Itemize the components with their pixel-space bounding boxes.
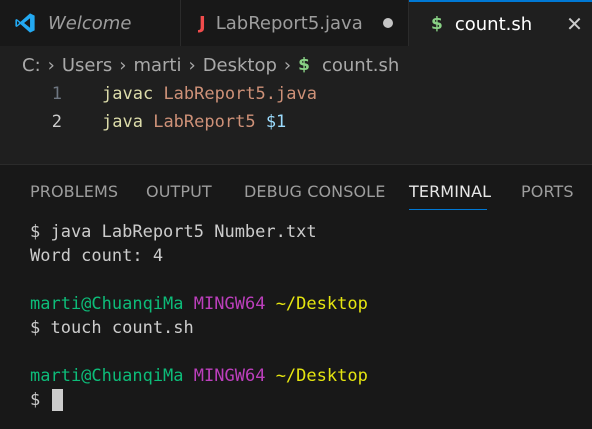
terminal[interactable]: $ java LabReport5 Number.txt Word count:… (0, 213, 592, 429)
terminal-line: $ java LabReport5 Number.txt (30, 222, 317, 242)
terminal-prompt: marti@ChuanqiMa MINGW64 ~/Desktop (30, 364, 368, 388)
terminal-prompt: marti@ChuanqiMa MINGW64 ~/Desktop (30, 292, 368, 316)
breadcrumb-drive[interactable]: C: (22, 55, 41, 76)
prompt-host: MINGW64 (193, 294, 266, 314)
line-number: 1 (51, 84, 62, 104)
tab-labreport5-java[interactable]: J LabReport5.java (181, 0, 409, 46)
breadcrumb-marti[interactable]: marti (133, 55, 181, 76)
prompt-path: ~/Desktop (275, 294, 368, 314)
line-number: 2 (51, 112, 62, 132)
panel-tab-bar: PROBLEMS OUTPUT DEBUG CONSOLE TERMINAL P… (0, 165, 592, 213)
code-editor[interactable]: 1 javac LabReport5.java 2 java LabReport… (0, 84, 592, 164)
shell-dollar-icon: $ (298, 55, 310, 75)
chevron-right-icon: › (47, 54, 55, 76)
code-command: javac (102, 84, 154, 104)
breadcrumb-file[interactable]: count.sh (322, 55, 399, 76)
terminal-cursor (52, 389, 64, 411)
code-text: java LabReport5 $1 (102, 112, 286, 132)
prompt-user: marti@ChuanqiMa (30, 294, 184, 314)
vscode-logo-icon (14, 12, 36, 34)
breadcrumb: C: › Users › marti › Desktop › $ count.s… (0, 46, 592, 84)
code-line: 1 javac LabReport5.java (0, 81, 317, 107)
prompt-symbol: $ (30, 390, 41, 410)
chevron-right-icon: › (283, 54, 292, 76)
code-text: javac LabReport5.java (102, 84, 317, 104)
terminal-line: Word count: 4 (30, 246, 164, 266)
tab-count-sh[interactable]: $ count.sh ✕ (409, 0, 592, 46)
tab-label: Welcome (48, 12, 132, 34)
code-command: java (102, 112, 143, 132)
tab-debug-console[interactable]: DEBUG CONSOLE (244, 182, 385, 201)
java-icon: J (199, 12, 206, 34)
prompt-user: marti@ChuanqiMa (30, 366, 184, 386)
chevron-right-icon: › (119, 54, 127, 76)
chevron-right-icon: › (188, 54, 196, 76)
tab-label: LabReport5.java (215, 12, 363, 34)
breadcrumb-desktop[interactable]: Desktop (203, 55, 277, 76)
unsaved-dot-icon (382, 18, 393, 28)
code-variable: $1 (265, 112, 287, 132)
code-line: 2 java LabReport5 $1 (0, 109, 287, 135)
terminal-line: $ touch count.sh (30, 318, 194, 338)
close-icon[interactable]: ✕ (566, 12, 583, 36)
prompt-host: MINGW64 (193, 366, 266, 386)
active-tab-indicator (409, 209, 487, 210)
code-argument: LabReport5 (153, 112, 256, 132)
tab-label: count.sh (454, 13, 533, 35)
tab-output[interactable]: OUTPUT (146, 182, 212, 201)
tab-ports[interactable]: PORTS (521, 182, 574, 201)
code-argument: LabReport5.java (163, 84, 317, 104)
shell-dollar-icon: $ (431, 14, 443, 34)
terminal-input-line[interactable]: $ (30, 388, 64, 412)
breadcrumb-users[interactable]: Users (62, 55, 112, 76)
prompt-path: ~/Desktop (275, 366, 368, 386)
tab-problems[interactable]: PROBLEMS (30, 182, 118, 201)
editor-tab-bar: Welcome J LabReport5.java $ count.sh ✕ (0, 0, 592, 46)
tab-terminal[interactable]: TERMINAL (409, 182, 491, 201)
tab-welcome[interactable]: Welcome (0, 0, 181, 46)
